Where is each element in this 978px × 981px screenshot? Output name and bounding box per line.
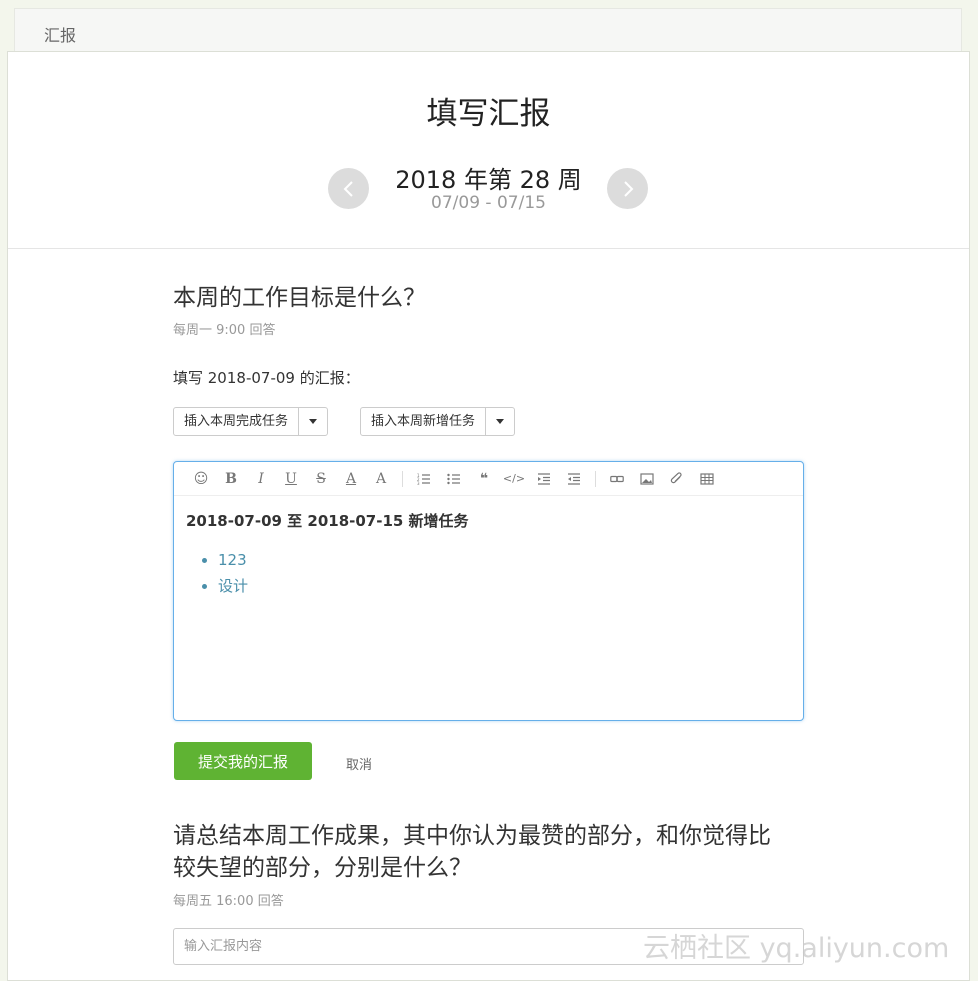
question-2-title-line-1: 请总结本周工作成果，其中你认为最赞的部分，和你觉得比 xyxy=(173,823,771,849)
svg-text:3: 3 xyxy=(417,481,420,486)
strikethrough-icon[interactable]: S xyxy=(306,467,336,491)
caret-down-icon xyxy=(496,419,505,424)
toolbar-divider xyxy=(595,470,596,487)
question-1-title: 本周的工作目标是什么？ xyxy=(173,285,426,311)
code-icon[interactable]: </> xyxy=(499,467,529,491)
italic-icon[interactable]: I xyxy=(246,467,276,491)
list-item: 设计 xyxy=(218,573,791,599)
editor-content[interactable]: 2018-07-09 至 2018-07-15 新增任务 123 设计 xyxy=(174,496,803,611)
top-bar: 汇报 xyxy=(14,8,962,56)
insert-new-tasks-dropdown[interactable]: 插入本周新增任务 xyxy=(360,407,516,436)
toolbar-divider xyxy=(402,470,403,487)
editor-heading: 2018-07-09 至 2018-07-15 新增任务 xyxy=(186,512,469,530)
insert-new-tasks-toggle[interactable] xyxy=(485,408,514,435)
link-icon[interactable] xyxy=(602,467,632,491)
unordered-list-icon[interactable] xyxy=(439,467,469,491)
report-header: 填写汇报 2018 年第 28 周 07/09 - 07/15 xyxy=(8,52,969,249)
list-item: 123 xyxy=(218,547,791,573)
ordered-list-icon[interactable]: 123 xyxy=(409,467,439,491)
task-link[interactable]: 123 xyxy=(218,551,247,569)
question-1-schedule: 每周一 9:00 回答 xyxy=(173,323,276,338)
week-range: 07/09 - 07/15 xyxy=(431,193,546,213)
insert-done-tasks-button[interactable]: 插入本周完成任务 xyxy=(174,408,298,435)
insert-done-tasks-dropdown[interactable]: 插入本周完成任务 xyxy=(173,407,329,436)
table-icon[interactable] xyxy=(692,467,722,491)
attachment-icon[interactable] xyxy=(662,467,692,491)
submit-report-button[interactable]: 提交我的汇报 xyxy=(174,742,312,780)
font-color-icon[interactable]: A xyxy=(336,467,366,491)
insert-done-tasks-toggle[interactable] xyxy=(298,408,327,435)
question-2-schedule: 每周五 16:00 回答 xyxy=(173,894,284,909)
week-title: 2018 年第 28 周 xyxy=(395,166,582,194)
report-card: 填写汇报 2018 年第 28 周 07/09 - 07/15 本周的工作目标是… xyxy=(7,51,970,981)
underline-icon[interactable]: U xyxy=(276,467,306,491)
next-week-button[interactable] xyxy=(607,168,648,209)
rich-text-editor[interactable]: ☺ B I U S A A 123 ❝ </> 2018-07-09 至 201… xyxy=(173,461,804,721)
cancel-button[interactable]: 取消 xyxy=(346,754,372,773)
blockquote-icon[interactable]: ❝ xyxy=(469,467,499,491)
insert-new-tasks-button[interactable]: 插入本周新增任务 xyxy=(361,408,485,435)
emoji-icon[interactable]: ☺ xyxy=(186,467,216,491)
task-list: 123 设计 xyxy=(186,547,791,599)
outdent-icon[interactable] xyxy=(559,467,589,491)
indent-icon[interactable] xyxy=(529,467,559,491)
breadcrumb[interactable]: 汇报 xyxy=(44,22,76,46)
caret-down-icon xyxy=(309,419,318,424)
fill-date-label: 填写 2018-07-09 的汇报： xyxy=(173,369,360,387)
watermark: 云栖社区 yq.aliyun.com xyxy=(643,933,950,964)
image-icon[interactable] xyxy=(632,467,662,491)
bold-icon[interactable]: B xyxy=(216,467,246,491)
page-title: 填写汇报 xyxy=(426,96,551,132)
task-link[interactable]: 设计 xyxy=(218,577,248,595)
editor-toolbar: ☺ B I U S A A 123 ❝ </> xyxy=(174,462,803,496)
question-2-title-line-2: 较失望的部分，分别是什么？ xyxy=(173,855,472,881)
chevron-right-icon xyxy=(623,180,633,197)
font-size-icon[interactable]: A xyxy=(366,467,396,491)
